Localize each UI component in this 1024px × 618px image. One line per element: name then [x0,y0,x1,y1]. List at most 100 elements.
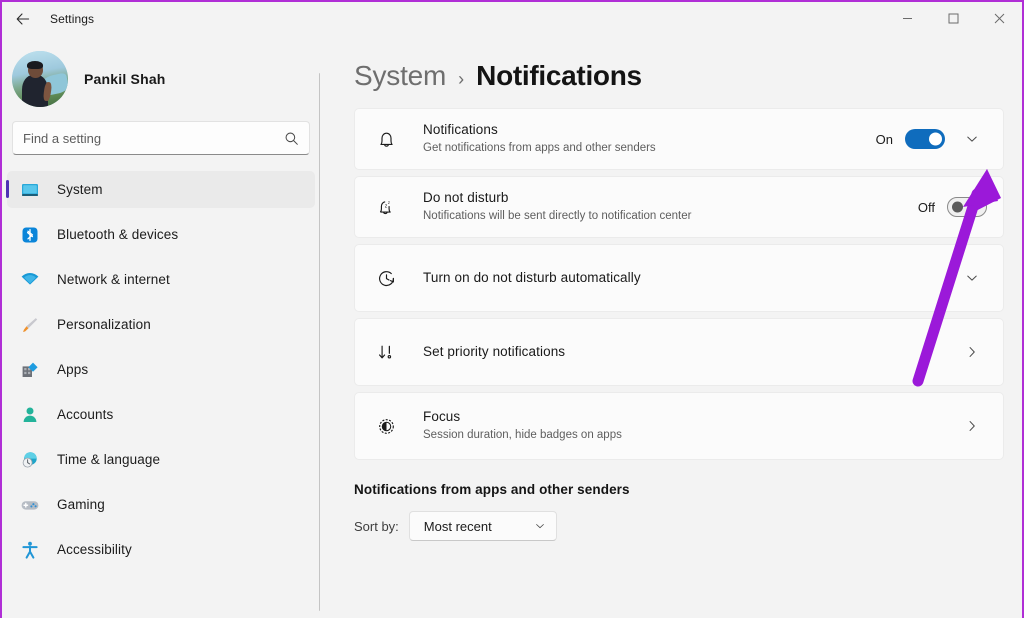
do-not-disturb-toggle[interactable] [947,197,987,217]
sort-by-dropdown[interactable]: Most recent [408,511,557,541]
close-button[interactable] [976,2,1022,35]
minimize-icon [902,18,912,19]
setting-row-text: Turn on do not disturb automatically [423,269,945,287]
setting-row-controls [945,263,987,293]
focus-icon [373,413,399,439]
setting-row-text: Notifications Get notifications from app… [423,121,876,157]
chevron-down-icon [534,520,546,532]
avatar [12,51,68,107]
search-container [2,121,320,155]
clock-arrow-icon [373,265,399,291]
sort-row: Sort by: Most recent [354,511,1004,541]
clock-globe-icon [19,449,41,471]
setting-row-controls: On [876,124,987,154]
focus-navigate-chevron[interactable] [957,411,987,441]
sidebar-item-label: Bluetooth & devices [57,227,179,242]
sidebar-item-bluetooth-devices[interactable]: Bluetooth & devices [7,216,315,253]
sidebar-item-label: Accounts [57,407,114,422]
setting-title: Do not disturb [423,190,509,206]
setting-row-text: Focus Session duration, hide badges on a… [423,408,945,444]
toggle-knob [952,201,963,213]
setting-title: Turn on do not disturb automatically [423,269,641,285]
setting-row-text: Set priority notifications [423,343,945,361]
setting-title: Set priority notifications [423,343,566,359]
apps-icon [19,359,41,381]
setting-row-focus[interactable]: Focus Session duration, hide badges on a… [354,392,1004,460]
monitor-icon [19,179,41,201]
setting-row-controls: Off [918,197,987,217]
user-profile[interactable]: Pankil Shah [2,35,320,121]
setting-subtitle: Session duration, hide badges on apps [423,429,622,442]
setting-subtitle: Notifications will be sent directly to n… [423,210,692,223]
sidebar-item-network-internet[interactable]: Network & internet [7,261,315,298]
gamepad-icon [19,494,41,516]
sidebar-item-time-language[interactable]: Time & language [7,441,315,478]
sidebar-item-label: Gaming [57,497,105,512]
chevron-down-icon [967,275,977,281]
setting-row-set-priority-notifications[interactable]: Set priority notifications [354,318,1004,386]
sidebar-item-label: Network & internet [57,272,170,287]
notifications-expand-chevron[interactable] [957,124,987,154]
setting-title: Notifications [423,122,498,138]
search-icon [285,132,298,145]
section-heading: Notifications from apps and other sender… [354,482,630,497]
notifications-toggle[interactable] [905,129,945,149]
toggle-knob [929,132,942,146]
chevron-down-icon [967,136,977,142]
svg-text:z: z [387,200,389,205]
sidebar-item-accessibility[interactable]: Accessibility [7,531,315,568]
sidebar-item-label: Apps [57,362,89,377]
close-icon [994,13,1004,24]
window-title: Settings [50,11,95,26]
chevron-right-icon [969,347,975,357]
accessibility-icon [19,539,41,561]
bluetooth-icon [19,224,41,246]
toggle-state-label: Off [917,199,935,215]
maximize-icon [948,13,958,24]
sidebar-item-system[interactable]: System [6,171,315,208]
setting-row-controls [945,411,987,441]
back-button[interactable] [6,5,40,33]
sidebar-nav: System Bluetooth & devices Network & int… [2,171,320,594]
sidebar: Pankil Shah System [2,35,321,618]
back-arrow-icon [16,12,30,25]
bell-sleep-icon: z z [373,194,399,220]
sidebar-item-label: Personalization [57,317,151,332]
setting-row-text: Do not disturb Notifications will be sen… [423,189,918,225]
chevron-right-icon [969,421,975,431]
dnd-automatic-expand-chevron[interactable] [957,263,987,293]
avatar-hair [27,60,44,69]
breadcrumb-parent[interactable]: System [354,60,446,92]
sort-by-value: Most recent [423,518,492,534]
setting-row-controls [945,337,987,367]
priority-navigate-chevron[interactable] [957,337,987,367]
priority-icon [373,339,399,365]
search-box[interactable] [12,121,310,155]
profile-name: Pankil Shah [84,71,166,87]
sidebar-item-label: Accessibility [57,542,132,557]
minimize-button[interactable] [884,2,930,35]
bell-icon [373,126,399,152]
setting-title: Focus [423,409,461,425]
setting-subtitle: Get notifications from apps and other se… [423,142,656,155]
person-icon [19,404,41,426]
maximize-button[interactable] [930,2,976,35]
search-input[interactable] [23,130,284,146]
setting-row-turn-on-dnd-automatically[interactable]: Turn on do not disturb automatically [354,244,1004,312]
sort-by-label: Sort by: [354,518,399,534]
setting-row-do-not-disturb[interactable]: z z Do not disturb Notifications will be… [354,176,1004,238]
paintbrush-icon [19,314,41,336]
breadcrumb-separator: › [458,69,465,89]
sidebar-item-personalization[interactable]: Personalization [7,306,315,343]
settings-window: Settings Pankil Shah Find a setting Syst… [0,0,1024,618]
window-controls [884,2,1022,35]
sidebar-item-apps[interactable]: Apps [7,351,315,388]
sidebar-item-accounts[interactable]: Accounts [7,396,315,433]
setting-row-notifications[interactable]: Notifications Get notifications from app… [354,108,1004,170]
wifi-icon [19,269,41,291]
title-bar: Settings [2,2,1022,35]
toggle-state-label: On [875,131,893,147]
page-title: Notifications [476,60,642,91]
sidebar-item-gaming[interactable]: Gaming [7,486,315,523]
main-content: System › Notifications Notifications Get… [320,35,1022,618]
